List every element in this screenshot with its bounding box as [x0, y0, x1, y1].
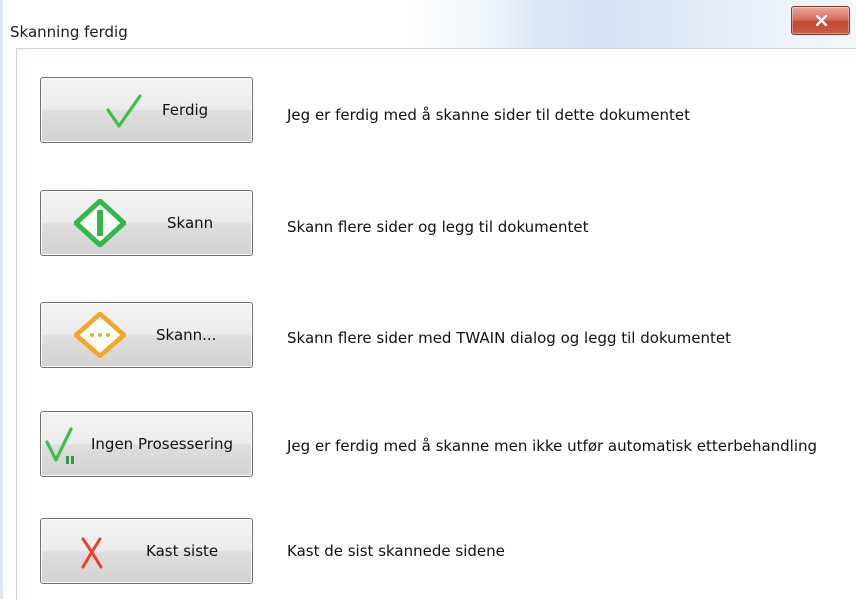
ferdig-button-label: Ferdig	[162, 101, 209, 119]
title-bar: Skanning ferdig	[0, 0, 856, 48]
kast-siste-button-label: Kast siste	[146, 542, 219, 560]
ingen-prosessering-button[interactable]: Ingen Prosessering	[40, 411, 253, 477]
scan-start-icon	[74, 199, 126, 247]
checkmark-icon	[106, 94, 142, 128]
ferdig-description: Jeg er ferdig med å skanne sider til det…	[287, 106, 690, 124]
ferdig-button[interactable]: Ferdig	[40, 77, 253, 143]
discard-x-icon	[81, 537, 103, 569]
ingen-prosessering-button-label: Ingen Prosessering	[91, 435, 234, 453]
window-title: Skanning ferdig	[10, 23, 128, 41]
close-icon	[816, 15, 827, 26]
kast-siste-button[interactable]: Kast siste	[40, 518, 253, 584]
skann-button-label: Skann	[167, 214, 214, 232]
skann-description: Skann flere sider og legg til dokumentet	[287, 218, 589, 236]
skann-twain-button-label: Skann...	[156, 326, 217, 344]
skann-twain-description: Skann flere sider med TWAIN dialog og le…	[287, 329, 732, 347]
dialog-window: Skanning ferdig Ferdig Jeg er ferdig med…	[0, 0, 856, 600]
scan-dialog-icon	[74, 312, 126, 358]
ingen-prosessering-description: Jeg er ferdig med å skanne men ikke utfø…	[287, 437, 818, 455]
window-frame-left	[0, 0, 3, 599]
close-button[interactable]	[791, 6, 850, 35]
kast-siste-description: Kast de sist skannede sidene	[287, 542, 505, 560]
skann-twain-button[interactable]: Skann...	[40, 302, 253, 368]
skann-button[interactable]: Skann	[40, 190, 253, 256]
checkmark-no-processing-icon	[45, 427, 74, 464]
